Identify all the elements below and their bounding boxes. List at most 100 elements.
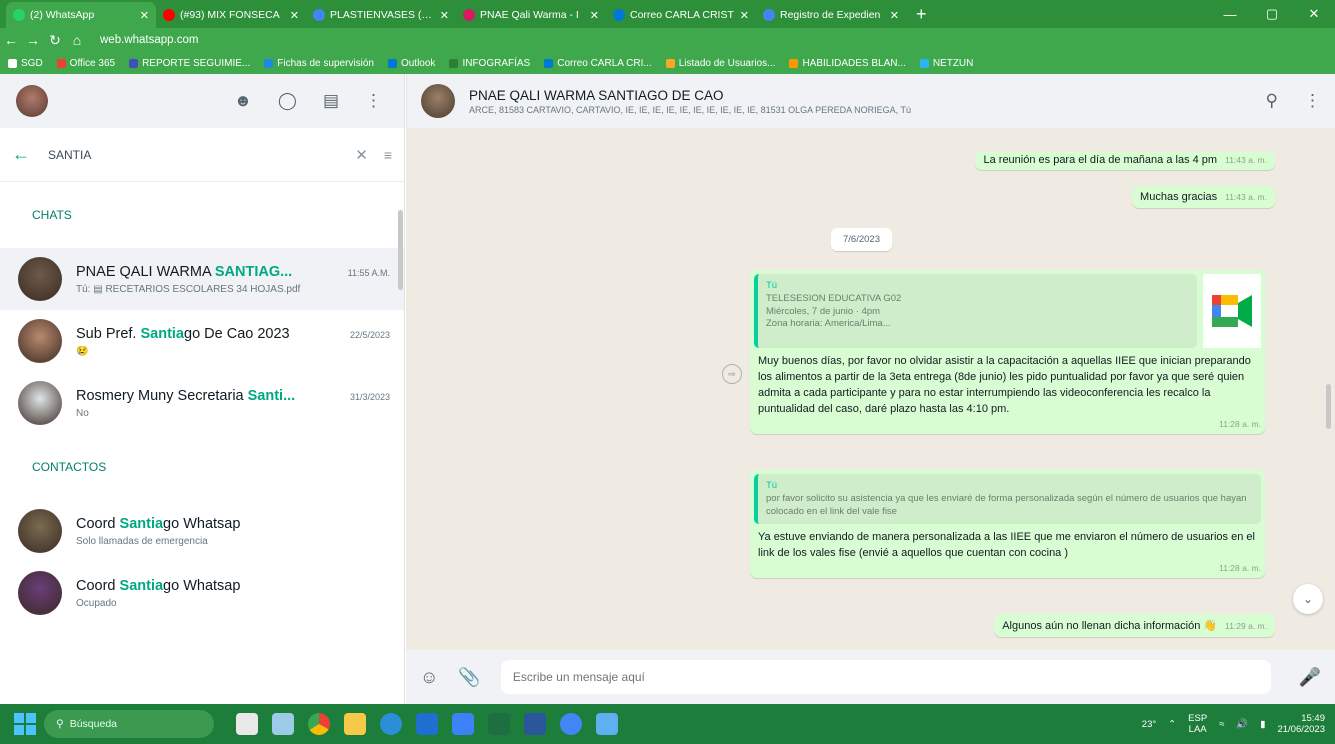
chat-item[interactable]: PNAE QALI WARMA SANTIAG... 11:55 A.M. Tú: … [0,248,404,310]
url-field[interactable]: web.whatsapp.com [100,34,198,46]
show-hidden-icon[interactable]: ⌃ [1168,719,1176,730]
group-avatar[interactable] [421,84,455,118]
browser-tab[interactable]: PNAE Qali Warma - I ✕ [456,2,606,28]
search-messages-icon[interactable]: ⚲ [1266,91,1278,111]
tab-close-icon[interactable]: ✕ [440,9,449,22]
browser-tab[interactable]: Registro de Expedien ✕ [756,2,906,28]
bookmark-item[interactable]: HABILIDADES BLAN... [789,58,906,69]
bookmark-favicon-icon [544,58,554,68]
contact-item[interactable]: Coord Santiago Whatsap Ocupado [0,562,404,624]
start-icon[interactable] [14,713,36,735]
taskbar-search[interactable]: ⚲ Búsqueda [44,710,214,738]
profile-avatar[interactable] [16,85,48,117]
search-back-icon[interactable]: ← [12,144,48,165]
tab-close-icon[interactable]: ✕ [890,9,899,22]
file-explorer-icon[interactable] [344,713,366,735]
browser-tab[interactable]: Correo CARLA CRIST ✕ [606,2,756,28]
language-top[interactable]: ESP [1188,713,1207,724]
store-icon[interactable] [416,713,438,735]
chrome-alt-icon[interactable] [560,713,582,735]
conversation-scrollbar[interactable] [1326,384,1331,429]
microphone-icon[interactable]: 🎤 [1299,667,1321,688]
excel-icon[interactable] [488,713,510,735]
bookmark-item[interactable]: Listado de Usuarios... [665,58,775,69]
chrome-icon[interactable] [308,713,330,735]
chat-name-match: Santia [119,515,164,532]
message-bubble[interactable]: Tú TELESESION EDUCATIVA G02 Miércoles, 7… [750,270,1265,434]
new-tab-button[interactable]: + [906,2,937,28]
emoji-icon[interactable]: ☺ [420,667,438,688]
filter-icon[interactable]: ≡ [384,147,392,163]
contact-item[interactable]: Coord Santiago Whatsap Solo llamadas de e… [0,500,404,562]
chat-item[interactable]: Rosmery Muny Secretaria Santi... 31/3/202… [0,372,404,434]
chat-item[interactable]: Sub Pref. Santiago De Cao 2023 22/5/2023 😢 [0,310,404,372]
clock[interactable]: 15:49 21/06/2023 [1277,713,1325,736]
search-input[interactable]: SANTIA [48,148,355,162]
volume-icon[interactable]: 🔊 [1236,719,1248,730]
communities-icon[interactable]: ☻ [234,91,252,111]
tab-favicon-icon [13,9,25,21]
chat-list-scrollbar[interactable] [398,210,403,290]
chat-preview: Ocupado [76,597,117,609]
clear-search-icon[interactable]: ✕ [355,146,368,164]
photos-icon[interactable] [596,713,618,735]
message-bubble[interactable]: Algunos aún no llenan dicha información … [994,614,1275,637]
browser-tab[interactable]: PLASTIENVASES (TLp ✕ [306,2,456,28]
taskbar-apps [236,713,618,735]
message-text: La reunión es para el día de mañana a la… [983,154,1218,166]
word-icon[interactable] [524,713,546,735]
chat-name: Coord Santiago Whatsap [76,516,390,532]
bookmark-item[interactable]: Outlook [387,58,435,69]
message-bubble[interactable]: La reunión es para el día de mañana a la… [975,152,1275,170]
attach-icon[interactable]: 📎 [458,667,480,688]
bookmark-item[interactable]: Office 365 [56,58,115,69]
sidebar-menu-icon[interactable]: ⋮ [365,91,382,111]
new-chat-icon[interactable]: ▤ [323,91,339,111]
language-bottom[interactable]: LAA [1188,724,1207,735]
quoted-message[interactable]: Tú TELESESION EDUCATIVA G02 Miércoles, 7… [754,274,1197,348]
bookmark-favicon-icon [919,58,929,68]
browser-tab[interactable]: (#93) MIX FONSECA ✕ [156,2,306,28]
tab-close-icon[interactable]: ✕ [290,9,299,22]
conversation-menu-icon[interactable]: ⋮ [1304,91,1321,111]
home-icon[interactable]: ⌂ [66,32,88,48]
browser-tab[interactable]: (2) WhatsApp ✕ [6,2,156,28]
chat-preview: Solo llamadas de emergencia [76,535,208,547]
bookmark-item[interactable]: SGD [8,58,43,69]
edge-icon[interactable] [380,713,402,735]
bookmark-item[interactable]: Fichas de supervisión [264,58,374,69]
bookmark-item[interactable]: NETZUN [919,57,974,69]
bookmark-item[interactable]: REPORTE SEGUIMIE... [129,58,250,69]
conversation-header[interactable]: PNAE QALI WARMA SANTIAGO DE CAO ARCE, 81… [406,74,1335,128]
weather-icon[interactable] [272,713,294,735]
tab-close-icon[interactable]: ✕ [740,9,749,22]
bookmark-label: NETZUN [932,57,974,69]
battery-icon[interactable]: ▮ [1260,719,1265,730]
reload-icon[interactable]: ↻ [44,32,66,49]
quoted-message[interactable]: Tú por favor solicito su asistencia ya q… [754,474,1261,525]
forward-icon[interactable]: → [22,32,44,48]
task-view-icon[interactable] [236,713,258,735]
close-window-icon[interactable]: ✕ [1293,0,1335,28]
tab-close-icon[interactable]: ✕ [140,9,149,22]
chat-name-match: Santia [119,577,164,594]
wifi-icon[interactable]: ≈ [1219,719,1224,730]
bookmark-item[interactable]: Correo CARLA CRI... [544,58,652,69]
sidebar-header: ☻ ◯ ▤ ⋮ [0,74,404,128]
status-icon[interactable]: ◯ [278,91,297,111]
forward-message-icon[interactable]: ⇨ [722,364,742,384]
maximize-icon[interactable]: ▢ [1251,0,1293,28]
scroll-down-icon[interactable]: ⌄ [1293,584,1323,614]
message-bubble[interactable]: Muchas gracias 11:43 a. m. [1132,186,1275,208]
chat-name-match: Santia [140,325,184,342]
weather-temp[interactable]: 23° [1142,719,1156,730]
message-input[interactable] [500,660,1271,694]
todo-icon[interactable] [452,713,474,735]
tab-title: (#93) MIX FONSECA [180,9,280,21]
tab-close-icon[interactable]: ✕ [590,9,599,22]
bookmark-item[interactable]: INFOGRAFÍAS [449,58,530,69]
message-bubble[interactable]: Tú por favor solicito su asistencia ya q… [750,470,1265,579]
back-icon[interactable]: ← [0,32,22,48]
message-time: 11:28 a. m. [1219,563,1261,574]
minimize-icon[interactable]: — [1209,0,1251,28]
